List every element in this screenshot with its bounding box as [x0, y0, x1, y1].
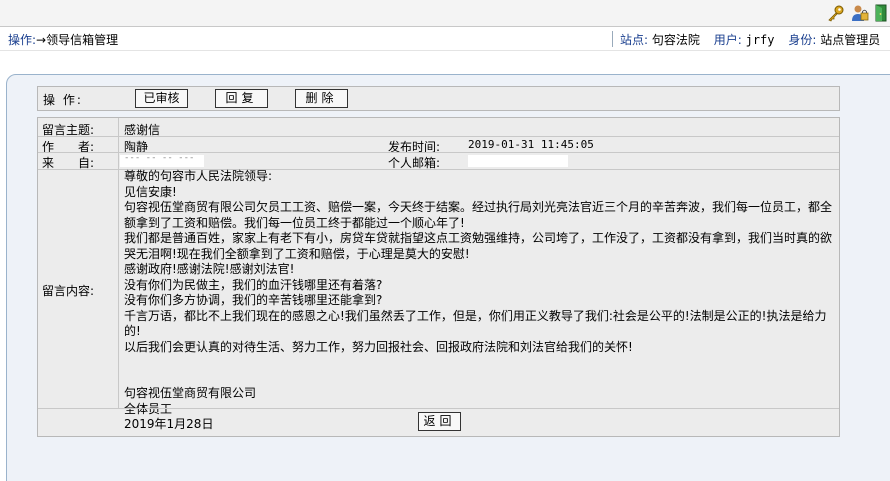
site-label: 站点: [620, 33, 649, 47]
content-line: 句容视伍堂商贸有限公司欠员工工资、赔偿一案，今天终于结案。经过执行局刘光亮法官近… [124, 200, 833, 230]
row-divider [38, 408, 839, 409]
from-value: --- -- -- --- [124, 153, 195, 163]
breadcrumb: 操作:→领导信箱管理 [8, 31, 118, 48]
signature-line: 2019年1月28日 [124, 417, 214, 431]
top-toolbar [0, 0, 890, 27]
approved-button[interactable]: 已审核 [135, 89, 188, 108]
content-line: 没有你们为民做主，我们的血汗钱哪里还有着落? [124, 277, 383, 292]
reply-button[interactable]: 回复 [215, 89, 268, 108]
time-value: 2019-01-31 11:45:05 [468, 138, 594, 151]
operations-bar: 操 作: 已审核 回复 删除 [37, 86, 840, 111]
role-value: 站点管理员 [820, 33, 881, 47]
content-line: 千言万语，都比不上我们现在的感恩之心!我们虽然丢了工作，但是，你们用正义教导了我… [124, 308, 827, 339]
divider [612, 31, 613, 47]
signature-line: 全体员工 [124, 401, 173, 416]
content-line: 尊敬的句容市人民法院领导: [124, 169, 273, 183]
role-label: 身份: [788, 33, 817, 47]
content-line: 以后我们会更认真的对待生活、努力工作，努力回报社会、回报政府法院和刘法官给我们的… [124, 339, 633, 354]
session-info: 站点: 句容法院 用户: jrfy 身份: 站点管理员 [620, 31, 890, 48]
back-button[interactable]: 返回 [418, 412, 461, 431]
operation-path: →领导信箱管理 [36, 33, 119, 47]
content-line: 没有你们多方协调，我们的辛苦钱哪里还能拿到? [124, 293, 383, 307]
content-line: 感谢政府!感谢法院!感谢刘法官! [124, 262, 295, 276]
content-line: 我们都是普通百姓，家家上有老下有小，房贷车贷就指望这点工资勉强维持，公司垮了，工… [124, 231, 833, 261]
delete-button[interactable]: 删除 [295, 89, 348, 108]
status-bar: 操作:→领导信箱管理 站点: 句容法院 用户: jrfy 身份: 站点管理员 [0, 27, 890, 51]
signature-line: 句容视伍堂商贸有限公司 [124, 386, 257, 400]
key-icon[interactable] [826, 4, 846, 22]
content-line: 见信安康! [124, 184, 177, 199]
user-value: jrfy [745, 33, 775, 47]
site-value: 句容法院 [651, 33, 700, 47]
content-label: 留言内容: [42, 284, 95, 298]
user-lock-icon[interactable] [850, 4, 870, 22]
message-detail-table: 留言主题: 感谢信 作 者: 陶静 发布时间: 2019-01-31 11:45… [37, 117, 840, 437]
label-column-divider [118, 118, 119, 408]
email-value [468, 155, 568, 167]
message-content: 尊敬的句容市人民法院领导: 见信安康! 句容视伍堂商贸有限公司欠员工工资、赔偿一… [124, 169, 836, 433]
operation-label: 操作: [8, 33, 37, 47]
exit-icon[interactable] [872, 4, 890, 22]
user-label: 用户: [713, 33, 742, 47]
operations-label: 操 作: [43, 93, 83, 107]
row-divider [38, 136, 839, 137]
